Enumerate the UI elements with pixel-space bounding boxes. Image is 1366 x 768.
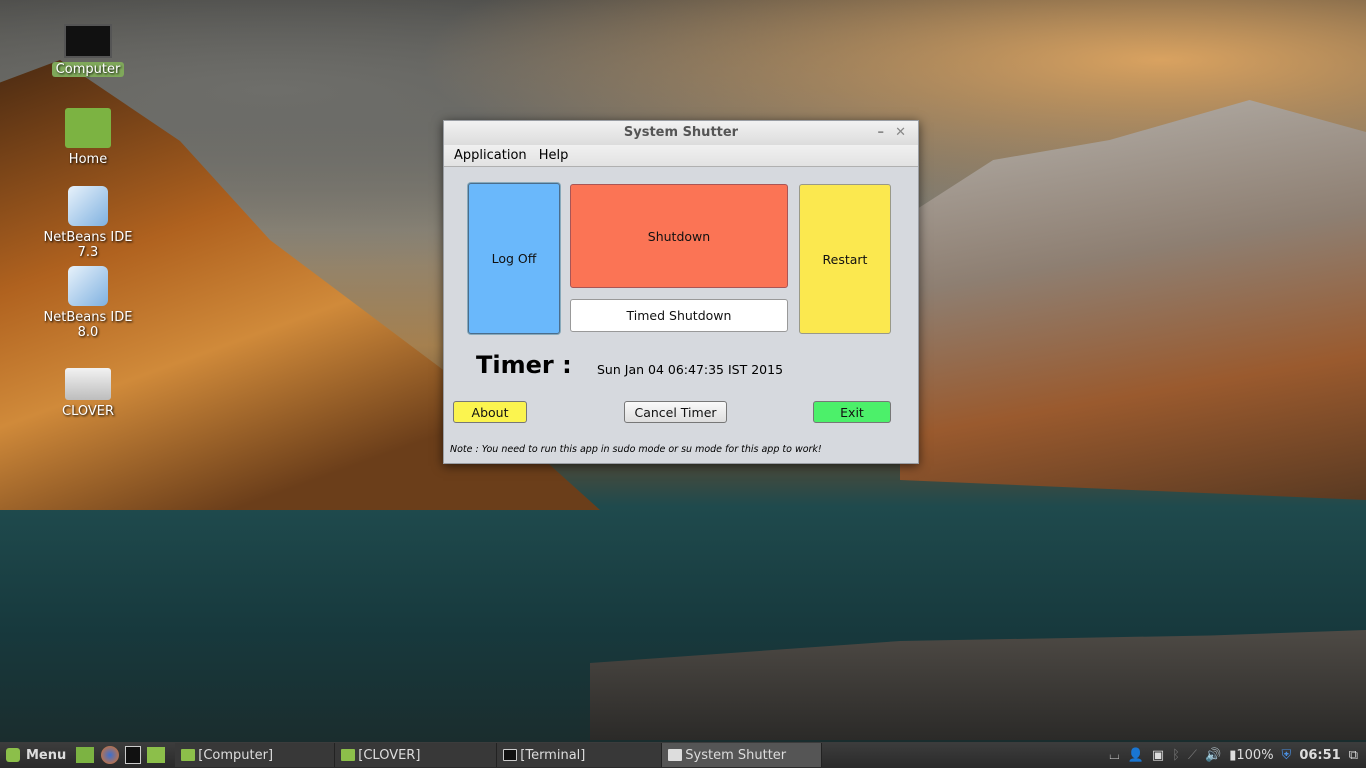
firefox-icon[interactable]	[101, 746, 120, 764]
icon-label: NetBeans IDE 7.3	[43, 230, 133, 260]
folder-icon	[341, 749, 356, 761]
system-tray: ⌴ 👤 ▣ ᛒ ⟋ 🔊 ▮100% ⛨ 06:51 ⧉	[1109, 742, 1366, 768]
network-icon[interactable]: ⟋	[1188, 748, 1197, 763]
taskbar-window-label: [Terminal]	[520, 747, 586, 763]
desktop-icon-clover[interactable]: CLOVER	[28, 368, 148, 419]
desktop-icon-netbeans-73[interactable]: NetBeans IDE 7.3	[28, 186, 148, 260]
taskbar-window-computer[interactable]: [Computer]	[175, 743, 336, 767]
window-titlebar[interactable]: System Shutter – ✕	[444, 121, 918, 145]
about-button[interactable]: About	[453, 401, 527, 423]
shield-icon[interactable]: ⛨	[1282, 748, 1292, 763]
files-icon[interactable]	[147, 747, 166, 763]
timer-value: Sun Jan 04 06:47:35 IST 2015	[597, 362, 784, 377]
desktop-icon-computer[interactable]: Computer	[28, 24, 148, 77]
desktop-icon-home[interactable]: Home	[28, 108, 148, 167]
window-title: System Shutter	[623, 125, 739, 140]
clock[interactable]: 06:51	[1299, 748, 1340, 763]
menubar: Application Help	[444, 145, 918, 167]
terminal-icon	[503, 749, 518, 761]
system-shutter-window: System Shutter – ✕ Application Help Log …	[443, 120, 919, 464]
volume-icon[interactable]: 🔊	[1205, 748, 1221, 763]
menu-label: Menu	[26, 747, 67, 763]
bluetooth-icon[interactable]: ᛒ	[1172, 748, 1180, 763]
usb-drive-icon	[65, 368, 111, 400]
user-icon[interactable]: 👤	[1128, 748, 1144, 763]
battery-percent: 100%	[1236, 747, 1274, 763]
timer-label: Timer :	[476, 351, 572, 379]
timed-shutdown-button[interactable]: Timed Shutdown	[570, 299, 788, 332]
desktop-icon-netbeans-80[interactable]: NetBeans IDE 8.0	[28, 266, 148, 340]
icon-label: Home	[68, 152, 108, 167]
update-manager-icon[interactable]: ▣	[1152, 748, 1164, 763]
menu-help[interactable]: Help	[539, 148, 569, 163]
home-folder-icon	[65, 108, 111, 148]
taskbar-window-label: [CLOVER]	[358, 747, 421, 763]
keyboard-icon[interactable]: ⌴	[1109, 748, 1119, 763]
taskbar-window-clover[interactable]: [CLOVER]	[335, 743, 498, 767]
shutdown-button[interactable]: Shutdown	[570, 184, 788, 288]
monitor-icon	[64, 24, 112, 58]
taskbar: Menu [Computer] [CLOVER] [Terminal] Syst…	[0, 742, 1366, 768]
cancel-timer-button[interactable]: Cancel Timer	[624, 401, 727, 423]
icon-label: CLOVER	[62, 404, 114, 419]
taskbar-window-label: [Computer]	[198, 747, 274, 763]
folder-icon	[181, 749, 196, 761]
mint-logo-icon	[6, 748, 20, 762]
wallpaper-shore	[590, 630, 1366, 740]
netbeans-cube-icon	[68, 186, 108, 226]
show-desktop-icon[interactable]	[76, 747, 95, 763]
note-text: Note : You need to run this app in sudo …	[450, 444, 822, 455]
close-icon[interactable]: ✕	[895, 121, 906, 145]
log-off-button[interactable]: Log Off	[468, 183, 560, 334]
workspace-switcher-icon[interactable]: ⧉	[1349, 748, 1358, 763]
taskbar-window-terminal[interactable]: [Terminal]	[497, 743, 663, 767]
minimize-icon[interactable]: –	[878, 121, 885, 145]
menu-application[interactable]: Application	[454, 148, 527, 163]
icon-label: Computer	[51, 62, 125, 77]
taskbar-window-label: System Shutter	[685, 747, 787, 763]
menu-button[interactable]: Menu	[0, 743, 72, 767]
taskbar-window-system-shutter[interactable]: System Shutter	[662, 743, 823, 767]
terminal-icon[interactable]	[125, 746, 142, 764]
java-icon	[668, 749, 683, 761]
restart-button[interactable]: Restart	[799, 184, 891, 334]
exit-button[interactable]: Exit	[813, 401, 891, 423]
icon-label: NetBeans IDE 8.0	[43, 310, 133, 340]
battery-icon[interactable]: ▮100%	[1229, 748, 1273, 763]
netbeans-cube-icon	[68, 266, 108, 306]
